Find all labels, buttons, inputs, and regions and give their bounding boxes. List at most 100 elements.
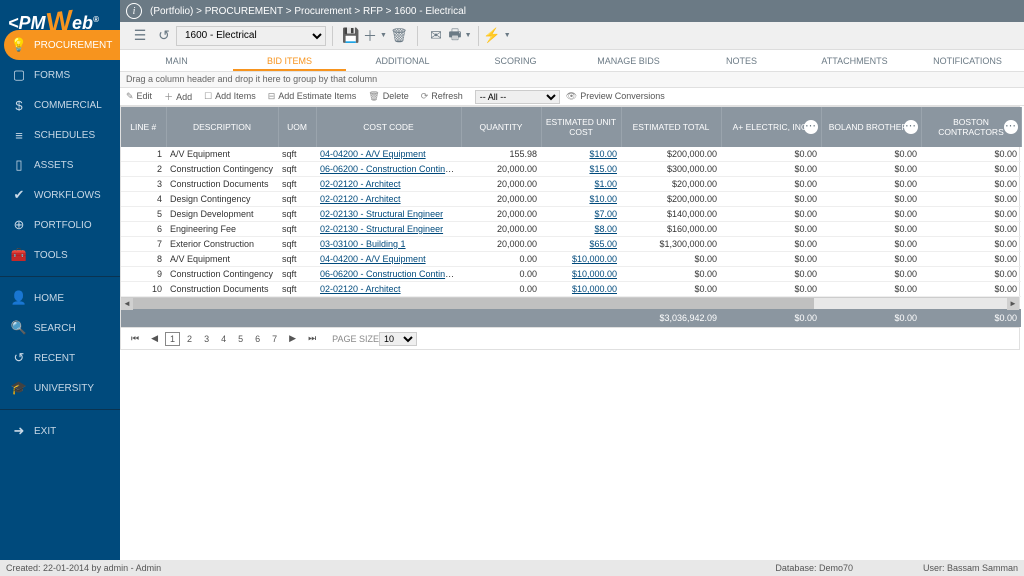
unit-cost-link[interactable]: $10,000.00 — [572, 254, 617, 264]
tab-attachments[interactable]: ATTACHMENTS — [798, 50, 911, 71]
pager-page[interactable]: 4 — [216, 332, 231, 346]
group-header[interactable]: Drag a column header and drop it here to… — [120, 72, 1024, 88]
sidebar-item-search[interactable]: 🔍SEARCH — [0, 313, 120, 343]
pager-page[interactable]: 5 — [233, 332, 248, 346]
unit-cost-link[interactable]: $15.00 — [589, 164, 617, 174]
unit-cost-link[interactable]: $8.00 — [594, 224, 617, 234]
horizontal-scrollbar[interactable]: ◄ ► — [121, 297, 1019, 309]
cost-code-link[interactable]: 02-02130 - Structural Engineer — [320, 209, 443, 219]
tab-additional-information[interactable]: ADDITIONAL INFORMATION — [346, 50, 459, 71]
tab-manage-bids[interactable]: MANAGE BIDS — [572, 50, 685, 71]
sidebar-item-commercial[interactable]: $COMMERCIAL — [0, 90, 120, 120]
filter-select[interactable]: -- All -- — [475, 90, 560, 104]
sidebar-item-forms[interactable]: ▢FORMS — [0, 60, 120, 90]
table-row[interactable]: 5Design Developmentsqft02-02130 - Struct… — [121, 207, 1021, 222]
info-icon[interactable]: i — [126, 3, 142, 19]
table-row[interactable]: 8A/V Equipmentsqft04-04200 - A/V Equipme… — [121, 252, 1021, 267]
pager-last-icon[interactable]: ⏭ — [303, 331, 321, 346]
refresh-button[interactable]: ⟳Refresh — [421, 91, 463, 102]
add-button[interactable]: ＋Add — [164, 90, 192, 103]
sidebar-item-workflows[interactable]: ✔WORKFLOWS — [0, 180, 120, 210]
column-menu-icon[interactable]: ⋯ — [904, 120, 918, 134]
unit-cost-link[interactable]: $10,000.00 — [572, 284, 617, 294]
cost-code-link[interactable]: 03-03100 - Building 1 — [320, 239, 406, 249]
table-row[interactable]: 10Construction Documentssqft02-02120 - A… — [121, 282, 1021, 297]
column-menu-icon[interactable]: ⋯ — [1004, 120, 1018, 134]
history-icon[interactable]: ↺ — [152, 25, 176, 47]
pager-first-icon[interactable]: ⏮ — [126, 331, 144, 346]
table-row[interactable]: 2Construction Contingencysqft06-06200 - … — [121, 162, 1021, 177]
cost-code-link[interactable]: 02-02120 - Architect — [320, 179, 401, 189]
pager-page[interactable]: 2 — [182, 332, 197, 346]
sidebar-icon: ✔ — [10, 187, 28, 203]
preview-button[interactable]: 👁Preview Conversions — [566, 91, 665, 102]
sidebar-item-home[interactable]: 👤HOME — [0, 283, 120, 313]
list-icon[interactable]: ☰ — [128, 25, 152, 47]
unit-cost-link[interactable]: $10.00 — [589, 194, 617, 204]
sidebar-item-portfolio[interactable]: ⊕PORTFOLIO — [0, 210, 120, 240]
table-row[interactable]: 9Construction Contingencysqft06-06200 - … — [121, 267, 1021, 282]
col-header[interactable]: A+ ELECTRIC, INC.⋯ — [721, 107, 821, 147]
add-icon[interactable]: ＋ — [363, 25, 387, 47]
table-row[interactable]: 7Exterior Constructionsqft03-03100 - Bui… — [121, 237, 1021, 252]
scroll-right-icon[interactable]: ► — [1007, 298, 1019, 310]
pager-page[interactable]: 6 — [250, 332, 265, 346]
unit-cost-link[interactable]: $7.00 — [594, 209, 617, 219]
tab-scoring[interactable]: SCORING — [459, 50, 572, 71]
tab-notes[interactable]: NOTES — [685, 50, 798, 71]
col-header[interactable]: COST CODE — [316, 107, 461, 147]
cost-code-link[interactable]: 04-04200 - A/V Equipment — [320, 149, 426, 159]
pager-next-icon[interactable]: ▶ — [284, 331, 301, 346]
col-header[interactable]: ESTIMATED UNIT COST — [541, 107, 621, 147]
scroll-left-icon[interactable]: ◄ — [121, 298, 133, 310]
tab-notifications[interactable]: NOTIFICATIONS — [911, 50, 1024, 71]
print-icon[interactable]: 🖶 — [448, 25, 472, 47]
col-header[interactable]: ESTIMATED TOTAL — [621, 107, 721, 147]
cost-code-link[interactable]: 02-02120 - Architect — [320, 284, 401, 294]
action-icon[interactable]: ⚡ — [485, 25, 509, 47]
sidebar-icon: $ — [10, 98, 28, 113]
sidebar-item-university[interactable]: 🎓UNIVERSITY — [0, 373, 120, 403]
col-header[interactable]: DESCRIPTION — [166, 107, 278, 147]
col-header[interactable]: BOSTON CONTRACTORS⋯ — [921, 107, 1021, 147]
delete-button[interactable]: 🗑Delete — [368, 91, 408, 102]
add-estimate-button[interactable]: ⊟Add Estimate Items — [268, 91, 357, 102]
cost-code-link[interactable]: 02-02130 - Structural Engineer — [320, 224, 443, 234]
mail-icon[interactable]: ✉ — [424, 25, 448, 47]
col-header[interactable]: QUANTITY — [461, 107, 541, 147]
sidebar-item-exit[interactable]: ➜EXIT — [0, 416, 120, 446]
table-row[interactable]: 4Design Contingencysqft02-02120 - Archit… — [121, 192, 1021, 207]
pager-page[interactable]: 1 — [165, 332, 180, 346]
sidebar-item-tools[interactable]: 🧰TOOLS — [0, 240, 120, 270]
cost-code-link[interactable]: 04-04200 - A/V Equipment — [320, 254, 426, 264]
cost-code-link[interactable]: 06-06200 - Construction Contingency — [320, 164, 461, 174]
unit-cost-link[interactable]: $1.00 — [594, 179, 617, 189]
column-menu-icon[interactable]: ⋯ — [804, 120, 818, 134]
col-header[interactable]: LINE # — [121, 107, 166, 147]
pager-page[interactable]: 3 — [199, 332, 214, 346]
table-row[interactable]: 3Construction Documentssqft02-02120 - Ar… — [121, 177, 1021, 192]
unit-cost-link[interactable]: $10.00 — [589, 149, 617, 159]
table-row[interactable]: 6Engineering Feesqft02-02130 - Structura… — [121, 222, 1021, 237]
sidebar-item-schedules[interactable]: ≡SCHEDULES — [0, 120, 120, 150]
main-toolbar: ☰ ↺ 1600 - Electrical 💾 ＋ 🗑 ✉ 🖶 ⚡ — [120, 22, 1024, 50]
pager-prev-icon[interactable]: ◀ — [146, 331, 163, 346]
save-icon[interactable]: 💾 — [339, 25, 363, 47]
add-items-button[interactable]: ☐Add Items — [204, 91, 256, 102]
col-header[interactable]: UOM — [278, 107, 316, 147]
unit-cost-link[interactable]: $65.00 — [589, 239, 617, 249]
unit-cost-link[interactable]: $10,000.00 — [572, 269, 617, 279]
cost-code-link[interactable]: 06-06200 - Construction Contingency — [320, 269, 461, 279]
record-select[interactable]: 1600 - Electrical — [176, 26, 326, 46]
tab-bid-items[interactable]: BID ITEMS — [233, 50, 346, 71]
sidebar-item-recent[interactable]: ↺RECENT — [0, 343, 120, 373]
delete-icon[interactable]: 🗑 — [387, 25, 411, 47]
sidebar-item-assets[interactable]: ▯ASSETS — [0, 150, 120, 180]
pager-page[interactable]: 7 — [267, 332, 282, 346]
tab-main[interactable]: MAIN — [120, 50, 233, 71]
edit-button[interactable]: ✎Edit — [126, 91, 152, 102]
col-header[interactable]: BOLAND BROTHERS⋯ — [821, 107, 921, 147]
table-row[interactable]: 1A/V Equipmentsqft04-04200 - A/V Equipme… — [121, 147, 1021, 162]
page-size-select[interactable]: 10 — [379, 332, 417, 346]
cost-code-link[interactable]: 02-02120 - Architect — [320, 194, 401, 204]
